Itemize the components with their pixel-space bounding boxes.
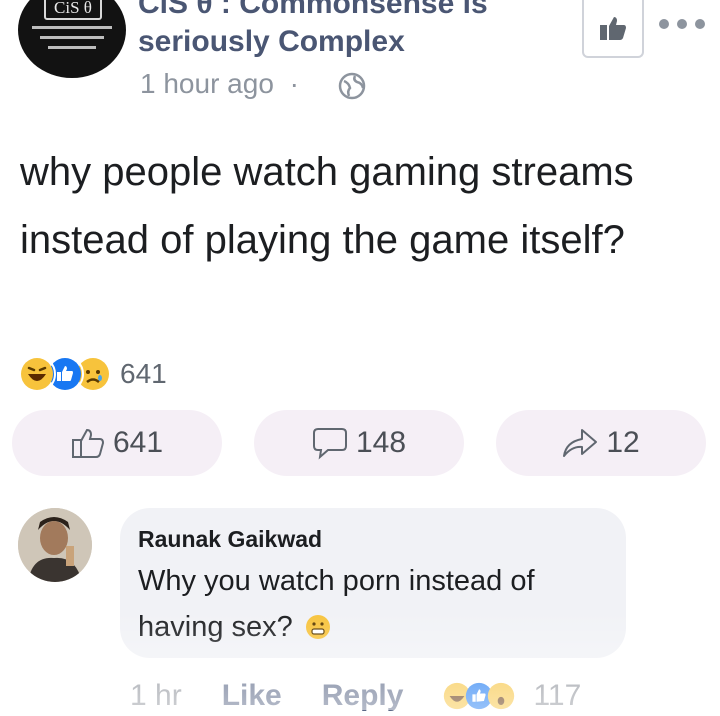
- page-avatar-brand: CiS θ: [44, 0, 102, 20]
- reactions-count: 641: [120, 358, 167, 389]
- share-icon: [563, 429, 598, 457]
- post-time-text: 1 hour ago: [140, 68, 274, 99]
- share-button[interactable]: 12: [496, 410, 706, 476]
- comment-reply-button[interactable]: Reply: [322, 679, 404, 713]
- like-button[interactable]: 641: [12, 410, 222, 476]
- comment-text-body: Why you watch porn instead of having sex…: [138, 565, 535, 643]
- comment-text: Why you watch porn instead of having sex…: [138, 558, 618, 650]
- comment-icon: [312, 428, 347, 460]
- grimace-emoji-icon: [305, 615, 330, 639]
- post-timestamp[interactable]: 1 hour ago ·: [140, 68, 299, 100]
- comment-reactions[interactable]: 117: [443, 679, 581, 713]
- page-avatar[interactable]: CiS θ: [18, 0, 126, 78]
- comment-button[interactable]: 148: [254, 410, 464, 476]
- globe-icon: [338, 72, 366, 100]
- page-name-line1[interactable]: CiS θ : Commonsense is: [138, 0, 488, 22]
- like-count: 641: [112, 426, 164, 459]
- share-count: 12: [606, 426, 640, 459]
- like-page-button[interactable]: [582, 0, 644, 58]
- wow-icon: [488, 682, 515, 710]
- comment-time[interactable]: 1 hr: [130, 679, 182, 713]
- comment-like-button[interactable]: Like: [222, 679, 282, 713]
- commenter-photo: [18, 508, 92, 582]
- page-name-line2[interactable]: seriously Complex: [138, 24, 405, 60]
- post-text: why people watch gaming streams instead …: [20, 150, 634, 262]
- thumbs-up-outline-icon: [71, 428, 104, 458]
- comment-author[interactable]: Raunak Gaikwad: [138, 526, 322, 553]
- thumbs-up-icon: [600, 17, 626, 40]
- post-time-separator: ·: [289, 68, 299, 99]
- commenter-avatar[interactable]: [18, 508, 92, 582]
- reactions-summary[interactable]: 641: [18, 354, 167, 394]
- haha-icon: [18, 355, 56, 393]
- more-options-icon[interactable]: [656, 14, 708, 34]
- comment-count: 148: [355, 426, 407, 459]
- comment-reaction-count: 117: [533, 679, 582, 712]
- comment-actions: 1 hr Like Reply 117: [130, 676, 581, 716]
